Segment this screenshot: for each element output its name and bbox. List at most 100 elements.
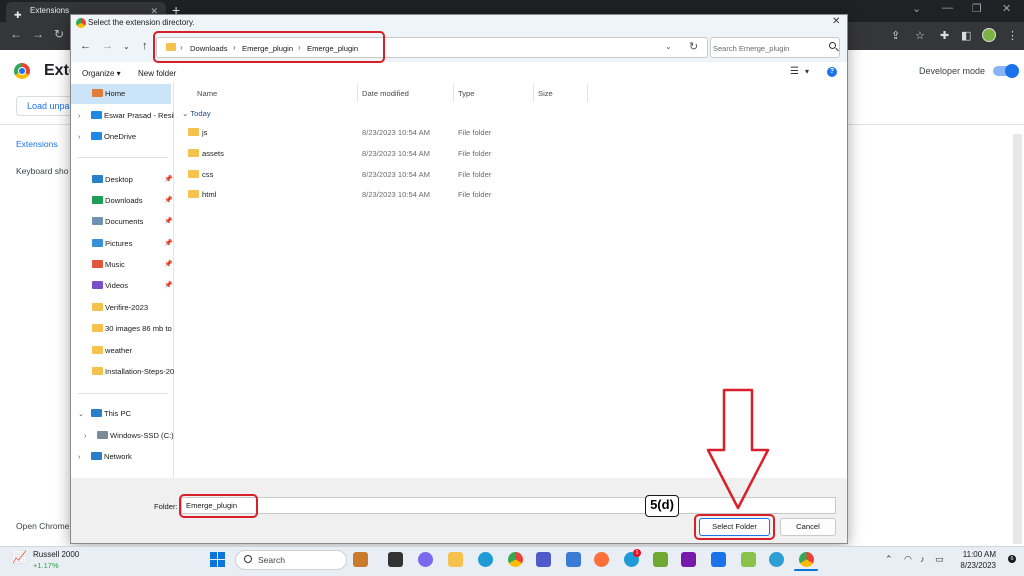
help-icon[interactable]: ?	[827, 67, 837, 77]
nav-item-folder[interactable]: 30 images 86 mb to	[92, 323, 174, 335]
cancel-button[interactable]: Cancel	[780, 518, 836, 536]
volume-icon[interactable]: ♪	[920, 554, 925, 564]
view-options-icon[interactable]: ☰	[790, 66, 799, 77]
bookmark-star-icon[interactable]: ☆	[915, 29, 925, 42]
column-separator[interactable]	[357, 84, 358, 102]
globe-icon[interactable]	[769, 552, 784, 567]
column-header-date[interactable]: Date modified	[362, 89, 409, 98]
folder-icon	[92, 346, 103, 354]
stock-trend-icon[interactable]: 📈	[12, 550, 27, 564]
column-header-size[interactable]: Size	[538, 89, 553, 98]
chevron-down-icon[interactable]: ▾	[805, 67, 809, 76]
task-view-icon[interactable]	[388, 552, 403, 567]
avatar[interactable]	[982, 28, 996, 42]
nav-item-downloads[interactable]: Downloads	[92, 195, 188, 207]
open-chrome-web-store-link[interactable]: Open Chrome	[16, 521, 70, 531]
nav-item-home[interactable]: Home	[92, 88, 188, 100]
edge-icon[interactable]	[478, 552, 493, 567]
nav-item-videos[interactable]: Videos	[92, 280, 188, 292]
nav-item-folder[interactable]: Verifire-2023	[92, 302, 174, 314]
share-icon[interactable]: ⇪	[891, 29, 900, 42]
dialog-close-button[interactable]: ✕	[832, 16, 840, 27]
recent-locations-icon[interactable]: ⌄	[123, 42, 130, 51]
expand-icon[interactable]: ›	[78, 452, 91, 463]
search-icon[interactable]	[829, 42, 836, 49]
collapse-icon[interactable]: ⌄	[78, 409, 91, 420]
chrome-icon[interactable]	[508, 552, 523, 567]
column-separator[interactable]	[453, 84, 454, 102]
column-separator[interactable]	[533, 84, 534, 102]
load-unpacked-button[interactable]: Load unpa	[16, 96, 76, 116]
nav-item-folder[interactable]: weather	[92, 345, 174, 357]
nav-item-eswar-prasad[interactable]: › Eswar Prasad - Resil	[78, 110, 174, 122]
page-scrollbar[interactable]	[1013, 134, 1022, 544]
battery-icon[interactable]: ▭	[935, 554, 944, 565]
back-icon[interactable]: ←	[10, 27, 22, 41]
wifi-icon[interactable]: ◠	[904, 554, 912, 565]
maximize-button[interactable]: ❐	[972, 2, 982, 15]
app-icon[interactable]	[653, 552, 668, 567]
pin-icon: 📌	[164, 282, 173, 289]
folder-icon	[92, 367, 103, 375]
file-name: js	[202, 128, 208, 137]
forward-icon[interactable]: →	[32, 27, 44, 41]
back-icon[interactable]: ←	[80, 40, 91, 52]
teams-icon[interactable]	[536, 552, 551, 567]
nav-item-windows-ssd[interactable]: › Windows-SSD (C:)	[84, 430, 174, 442]
chrome-logo-icon	[14, 63, 30, 79]
expand-icon[interactable]: ›	[84, 431, 97, 442]
developer-mode-toggle[interactable]	[993, 64, 1019, 78]
folder-label: Folder:	[154, 502, 178, 511]
chevron-up-icon[interactable]: ⌃	[885, 554, 893, 565]
nav-item-onedrive[interactable]: › OneDrive	[78, 131, 174, 143]
nav-item-desktop[interactable]: Desktop	[92, 174, 188, 186]
refresh-icon[interactable]: ↻	[689, 40, 698, 53]
download-icon	[92, 196, 103, 204]
table-row[interactable]: html	[188, 190, 216, 199]
nav-item-music[interactable]: Music	[92, 259, 188, 271]
minimize-button[interactable]: —	[942, 2, 953, 14]
sidebar-item-extensions[interactable]: Extensions	[16, 139, 58, 149]
file-explorer-icon[interactable]	[448, 552, 463, 567]
table-row[interactable]: assets	[188, 149, 224, 158]
dialog-title: Select the extension directory.	[88, 18, 195, 27]
menu-icon[interactable]: ⋮	[1007, 29, 1018, 42]
teams-chat-icon[interactable]	[418, 552, 433, 567]
sidebar-item-keyboard-shortcuts[interactable]: Keyboard sho	[16, 166, 70, 176]
chrome-icon[interactable]	[799, 552, 814, 567]
close-window-button[interactable]: ✕	[1002, 2, 1011, 15]
app-icon[interactable]	[711, 552, 726, 567]
paint-icon[interactable]	[741, 552, 756, 567]
clock-time[interactable]: 11:00 AM	[958, 550, 996, 559]
expand-icon[interactable]: ›	[78, 111, 91, 122]
briefcase-app-icon[interactable]	[353, 552, 368, 567]
organize-button[interactable]: Organize ▾	[82, 69, 121, 78]
nav-item-folder[interactable]: Installation-Steps-20	[92, 366, 174, 378]
nav-item-this-pc[interactable]: ⌄ This PC	[78, 408, 174, 420]
side-panel-icon[interactable]: ◧	[961, 29, 971, 42]
column-header-name[interactable]: Name	[197, 89, 217, 98]
chevron-down-icon[interactable]: ⌄	[665, 42, 672, 51]
column-header-type[interactable]: Type	[458, 89, 474, 98]
onenote-icon[interactable]	[681, 552, 696, 567]
firefox-icon[interactable]	[594, 552, 609, 567]
nav-item-documents[interactable]: Documents	[92, 216, 188, 228]
table-row[interactable]: css	[188, 170, 213, 179]
extensions-icon[interactable]: ✚	[940, 29, 949, 42]
stock-widget-name[interactable]: Russell 2000	[33, 550, 79, 559]
new-folder-button[interactable]: New folder	[138, 69, 176, 78]
table-row[interactable]: js	[188, 128, 207, 137]
tab-search-icon[interactable]: ⌄	[912, 2, 921, 15]
column-separator[interactable]	[587, 84, 588, 102]
up-icon[interactable]: ↑	[142, 40, 148, 52]
nav-item-network[interactable]: › Network	[78, 451, 174, 463]
expand-icon[interactable]: ›	[78, 132, 91, 143]
clock-date[interactable]: 8/23/2023	[952, 561, 996, 570]
forward-icon[interactable]: →	[102, 40, 113, 52]
network-app-icon[interactable]	[566, 552, 581, 567]
nav-item-pictures[interactable]: Pictures	[92, 238, 188, 250]
start-button[interactable]	[210, 552, 226, 568]
group-header-today[interactable]: ⌄ Today	[182, 109, 211, 118]
notification-badge[interactable]: 6	[1008, 555, 1016, 563]
reload-icon[interactable]: ↻	[54, 27, 64, 41]
